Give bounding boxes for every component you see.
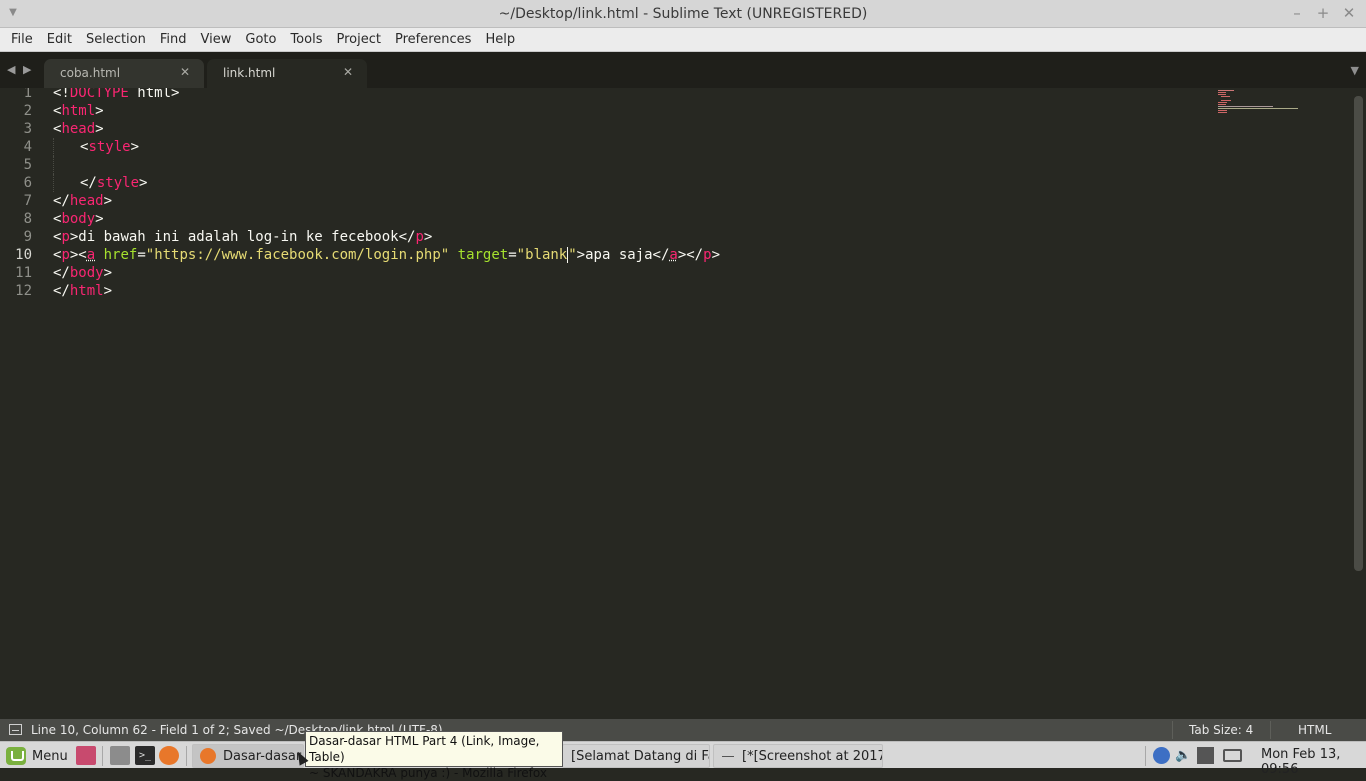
minimap[interactable] [1215, 88, 1350, 719]
close-tab-icon[interactable]: ✕ [343, 65, 353, 79]
clock[interactable]: Mon Feb 13, 09:56 [1261, 747, 1366, 777]
line-number: 2 [23, 103, 32, 119]
network-icon[interactable] [1197, 747, 1214, 764]
tab-bar: ◀ ▶ coba.html ✕ link.html ✕ ▼ [0, 52, 1366, 88]
status-divider [1172, 721, 1173, 739]
start-menu-label: Menu [32, 748, 68, 764]
menu-selection[interactable]: Selection [79, 29, 153, 51]
panel-toggle-icon[interactable] [9, 724, 22, 735]
close-icon[interactable]: ✕ [1342, 4, 1356, 22]
menu-goto[interactable]: Goto [238, 29, 283, 51]
code-line [53, 156, 1203, 174]
taskbar-divider [1145, 746, 1146, 766]
firefox-icon[interactable] [159, 746, 179, 765]
taskbar-window-label: [*[Screenshot at 2017... [742, 749, 883, 764]
menu-find[interactable]: Find [153, 29, 194, 51]
tooltip-line-1: Dasar-dasar HTML Part 4 (Link, Image, Ta… [309, 734, 540, 764]
menu-view[interactable]: View [194, 29, 239, 51]
line-number: 5 [23, 157, 32, 173]
volume-icon[interactable]: 🔈 [1175, 747, 1192, 764]
code-line: </style> [53, 174, 1203, 192]
window-title: ~/Desktop/link.html - Sublime Text (UNRE… [498, 6, 868, 22]
tab-next-icon[interactable]: ▶ [23, 63, 31, 76]
status-bar: Line 10, Column 62 - Field 1 of 2; Saved… [0, 719, 1366, 741]
menu-file[interactable]: File [4, 29, 40, 51]
tab-coba-html[interactable]: coba.html ✕ [44, 59, 204, 88]
menu-preferences[interactable]: Preferences [388, 29, 478, 51]
tab-prev-icon[interactable]: ◀ [7, 63, 15, 76]
code-line: <p>di bawah ini adalah log-in ke feceboo… [53, 229, 433, 245]
tab-list-dropdown-icon[interactable]: ▼ [1351, 64, 1359, 77]
line-number: 1 [23, 88, 32, 101]
code-text[interactable]: <!DOCTYPE html> <html> <head> <style> </… [53, 88, 1203, 300]
mint-logo-icon [6, 747, 26, 765]
taskbar-window-label: [Selamat Datang di Fa... [571, 749, 709, 764]
tooltip-line-2: ~ SKANDAKRA punya :) - Mozilla Firefox [309, 766, 547, 780]
terminal-icon[interactable]: >_ [135, 746, 155, 765]
code-line: <style> [53, 138, 1203, 156]
firefox-icon [200, 748, 216, 764]
window-icon [722, 756, 734, 757]
code-line: </body> [53, 265, 113, 281]
menubar: File Edit Selection Find View Goto Tools… [0, 28, 1366, 52]
code-line-current: <p><a href="https://www.facebook.com/log… [53, 247, 720, 263]
code-line: <body> [53, 211, 104, 227]
taskbar-divider [186, 746, 187, 766]
line-number: 3 [23, 121, 32, 137]
tab-size-selector[interactable]: Tab Size: 4 [1189, 723, 1253, 737]
tab-label: coba.html [60, 66, 121, 80]
editor-area[interactable]: 1 2 3 4 5 6 7 8 9 10 11 12 <!DOCTYPE htm… [0, 88, 1366, 719]
taskbar-window-facebook[interactable]: [Selamat Datang di Fa... [562, 744, 710, 768]
line-number-gutter: 1 2 3 4 5 6 7 8 9 10 11 12 [0, 88, 40, 300]
taskbar-tooltip: Dasar-dasar HTML Part 4 (Link, Image, Ta… [305, 731, 563, 780]
window-titlebar: ▼ ~/Desktop/link.html - Sublime Text (UN… [0, 0, 1366, 28]
menu-help[interactable]: Help [478, 29, 522, 51]
line-number: 9 [23, 229, 32, 245]
status-divider [1270, 721, 1271, 739]
vertical-scrollbar[interactable] [1354, 96, 1363, 571]
minimize-icon[interactable]: – [1290, 4, 1304, 22]
tab-label: link.html [223, 66, 276, 80]
code-line: <!DOCTYPE html> [53, 88, 180, 101]
line-number: 7 [23, 193, 32, 209]
taskbar-divider [102, 746, 103, 766]
code-line: <html> [53, 103, 104, 119]
battery-icon[interactable] [1223, 749, 1242, 762]
line-number: 11 [15, 265, 32, 281]
code-line: <head> [53, 121, 104, 137]
start-menu-button[interactable]: Menu [6, 745, 68, 767]
syntax-selector[interactable]: HTML [1298, 723, 1331, 737]
window-controls: – + ✕ [1290, 4, 1356, 22]
taskbar-window-firefox[interactable]: Dasar-dasar H [192, 744, 304, 768]
file-manager-icon[interactable] [110, 746, 130, 765]
show-desktop-icon[interactable] [76, 746, 96, 765]
close-tab-icon[interactable]: ✕ [180, 65, 190, 79]
taskbar-window-screenshot[interactable]: [*[Screenshot at 2017... [713, 744, 883, 768]
line-number: 6 [23, 175, 32, 191]
line-number: 4 [23, 139, 32, 155]
taskbar-window-label: Dasar-dasar H [223, 749, 303, 764]
menu-project[interactable]: Project [329, 29, 387, 51]
tab-link-html[interactable]: link.html ✕ [207, 59, 367, 88]
line-number-current: 10 [15, 247, 32, 263]
maximize-icon[interactable]: + [1316, 4, 1330, 22]
taskbar: Menu >_ Dasar-dasar H [Selamat Datang di… [0, 741, 1366, 777]
menu-edit[interactable]: Edit [40, 29, 79, 51]
code-line: </html> [53, 283, 113, 299]
line-number: 12 [15, 283, 32, 299]
line-number: 8 [23, 211, 32, 227]
menu-tools[interactable]: Tools [283, 29, 329, 51]
code-line: </head> [53, 193, 113, 209]
update-manager-icon[interactable] [1153, 747, 1170, 764]
